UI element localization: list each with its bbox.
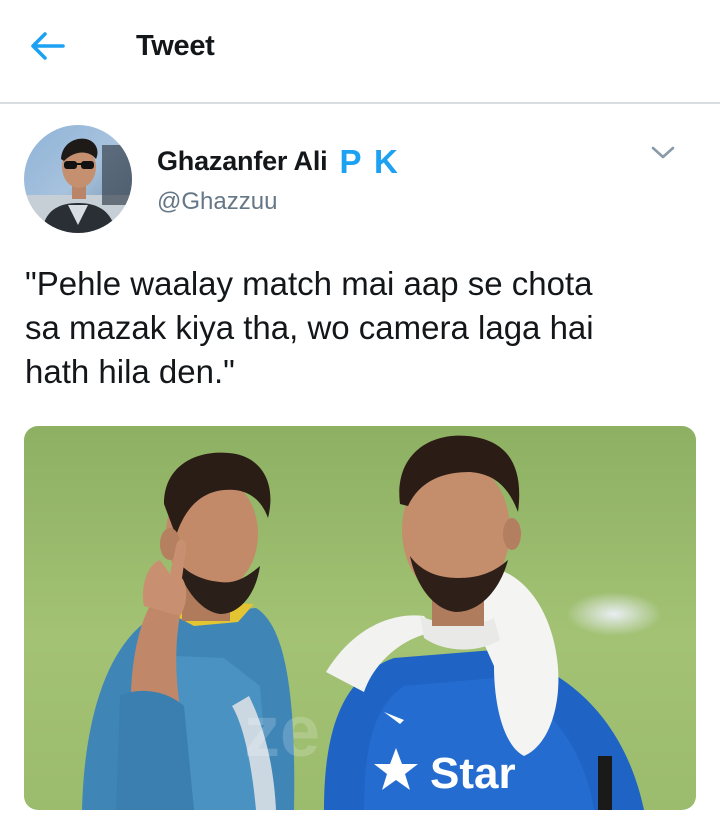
chevron-down-icon bbox=[651, 146, 675, 165]
top-app-bar: Tweet bbox=[0, 0, 720, 104]
back-button[interactable] bbox=[26, 28, 70, 68]
avatar[interactable] bbox=[24, 125, 132, 233]
author-name-suffix: P K bbox=[339, 143, 400, 180]
tweet-photo[interactable]: Star ze bbox=[24, 426, 696, 810]
photo-watermark: ze bbox=[244, 692, 320, 772]
author-handle[interactable]: @Ghazzuu bbox=[157, 188, 277, 216]
jersey-sponsor-text: Star bbox=[430, 749, 516, 798]
arrow-left-icon bbox=[30, 31, 66, 66]
author-name-row[interactable]: Ghazanfer Ali P K bbox=[157, 145, 400, 178]
author-display-name[interactable]: Ghazanfer Ali bbox=[157, 146, 328, 177]
tweet-detail-screen: Tweet Ghazanfer Ali P K @Ghazzuu "Pehle … bbox=[0, 0, 720, 832]
tweet-menu-button[interactable] bbox=[646, 142, 680, 168]
page-title: Tweet bbox=[136, 30, 215, 62]
tweet-text: "Pehle waalay match mai aap se chota sa … bbox=[25, 265, 594, 390]
